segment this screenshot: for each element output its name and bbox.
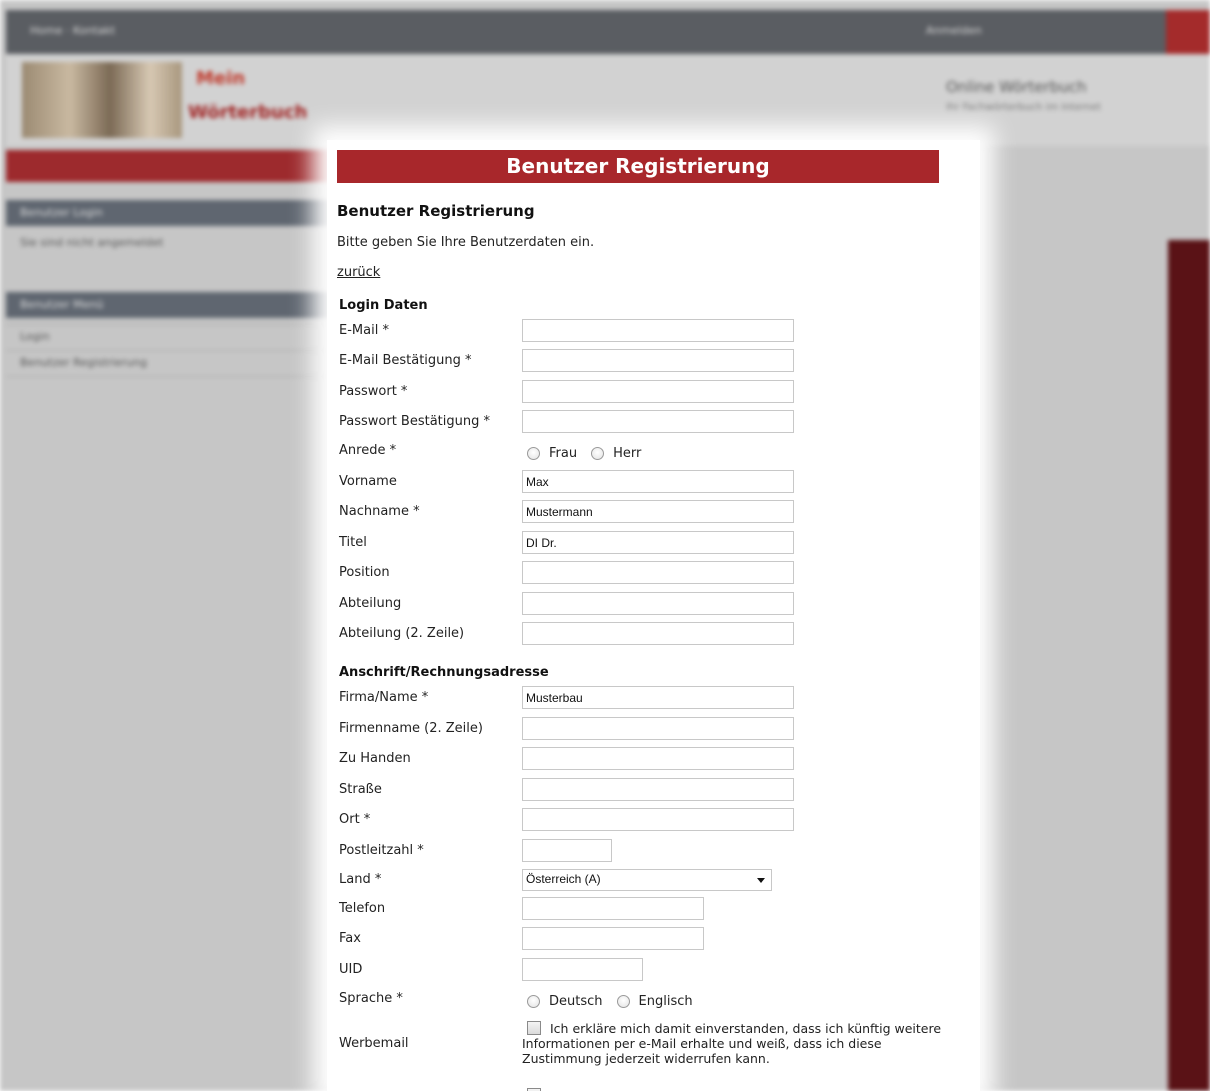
newsletter-consent-text: Ich erkläre mich damit einverstanden, da… <box>522 1021 942 1066</box>
language-label: Sprache * <box>339 991 403 1006</box>
modal-title: Benutzer Registrierung <box>337 150 939 183</box>
radio-englisch[interactable] <box>616 995 630 1008</box>
radio-frau-label: Frau <box>549 446 578 461</box>
login-box-text: Sie sind nicht angemeldet <box>20 236 164 249</box>
email-confirm-label: E-Mail Bestätigung * <box>339 353 472 368</box>
lastname-label: Nachname * <box>339 504 420 519</box>
password-field[interactable] <box>522 380 794 403</box>
city-field[interactable] <box>522 808 794 831</box>
section-login-data: Login Daten <box>339 298 428 313</box>
top-login-link: Anmelden <box>926 24 982 37</box>
page-heading: Benutzer Registrierung <box>337 202 535 220</box>
lastname-field[interactable] <box>522 500 794 523</box>
radio-deutsch[interactable] <box>527 995 540 1008</box>
phone-label: Telefon <box>339 901 386 916</box>
company-label: Firma/Name * <box>339 690 429 705</box>
registration-modal: Benutzer Registrierung Benutzer Registri… <box>327 140 980 1091</box>
company-field[interactable] <box>522 686 794 709</box>
radio-deutsch-label: Deutsch <box>549 994 603 1009</box>
header-brand-sub: Ihr Fachwörterbuch im Internet <box>946 102 1102 113</box>
firstname-label: Vorname <box>339 474 397 489</box>
section-address: Anschrift/Rechnungsadresse <box>339 665 549 680</box>
salutation-radio-group: Frau Herr <box>527 446 655 461</box>
country-label: Land * <box>339 872 382 887</box>
title-label: Titel <box>339 535 367 550</box>
chevron-down-icon <box>757 878 765 883</box>
email-field[interactable] <box>522 319 794 342</box>
zip-label: Postleitzahl * <box>339 843 424 858</box>
language-radio-group: Deutsch Englisch <box>527 994 707 1009</box>
divider <box>6 350 336 351</box>
attention-field[interactable] <box>522 747 794 770</box>
country-select[interactable]: Österreich (A) <box>522 869 772 891</box>
department2-field[interactable] <box>522 622 794 645</box>
menu-item-login: Login <box>20 330 50 343</box>
fax-field[interactable] <box>522 927 704 950</box>
intro-text: Bitte geben Sie Ihre Benutzerdaten ein. <box>337 235 595 250</box>
attention-label: Zu Handen <box>339 751 411 766</box>
email-confirm-field[interactable] <box>522 349 794 372</box>
divider <box>6 376 336 377</box>
city-label: Ort * <box>339 812 371 827</box>
nav-red-bar <box>6 150 346 182</box>
newsletter-label: Werbemail <box>339 1036 409 1051</box>
password-label: Passwort * <box>339 384 408 399</box>
salutation-label: Anrede * <box>339 443 397 458</box>
country-select-value: Österreich (A) <box>526 872 601 886</box>
department-field[interactable] <box>522 592 794 615</box>
menu-box-title: Benutzer Menü <box>6 292 336 318</box>
firstname-field[interactable] <box>522 470 794 493</box>
site-header: Mein Wörterbuch Online Wörterbuch Ihr Fa… <box>6 54 1210 146</box>
top-bar: Home · Kontakt Anmelden <box>6 10 1210 54</box>
company2-label: Firmenname (2. Zeile) <box>339 721 483 736</box>
radio-herr-label: Herr <box>613 446 642 461</box>
street-field[interactable] <box>522 778 794 801</box>
fax-label: Fax <box>339 931 361 946</box>
department2-label: Abteilung (2. Zeile) <box>339 626 465 641</box>
department-label: Abteilung <box>339 596 402 611</box>
street-label: Straße <box>339 782 382 797</box>
login-box-title: Benutzer Login <box>6 200 336 226</box>
logo-line-1: Mein <box>196 68 246 89</box>
menu-item-registration: Benutzer Registrierung <box>20 356 147 369</box>
position-label: Position <box>339 565 390 580</box>
email-label: E-Mail * <box>339 323 389 338</box>
divider <box>6 324 336 325</box>
logo-line-2: Wörterbuch <box>188 102 308 123</box>
position-field[interactable] <box>522 561 794 584</box>
radio-englisch-label: Englisch <box>638 994 693 1009</box>
password-confirm-field[interactable] <box>522 410 794 433</box>
title-field[interactable] <box>522 531 794 554</box>
header-brand: Online Wörterbuch <box>946 78 1087 96</box>
password-confirm-label: Passwort Bestätigung * <box>339 414 491 429</box>
uid-field[interactable] <box>522 958 643 981</box>
phone-field[interactable] <box>522 897 704 920</box>
radio-frau[interactable] <box>527 447 540 460</box>
top-red-block <box>1166 10 1210 54</box>
uid-label: UID <box>339 962 363 977</box>
radio-herr[interactable] <box>591 447 605 460</box>
header-photo <box>22 62 182 138</box>
zip-field[interactable] <box>522 839 612 862</box>
top-links: Home · Kontakt <box>30 24 116 37</box>
company2-field[interactable] <box>522 717 794 740</box>
back-link[interactable]: zurück <box>337 265 380 280</box>
right-dark-panel <box>1168 240 1210 1091</box>
